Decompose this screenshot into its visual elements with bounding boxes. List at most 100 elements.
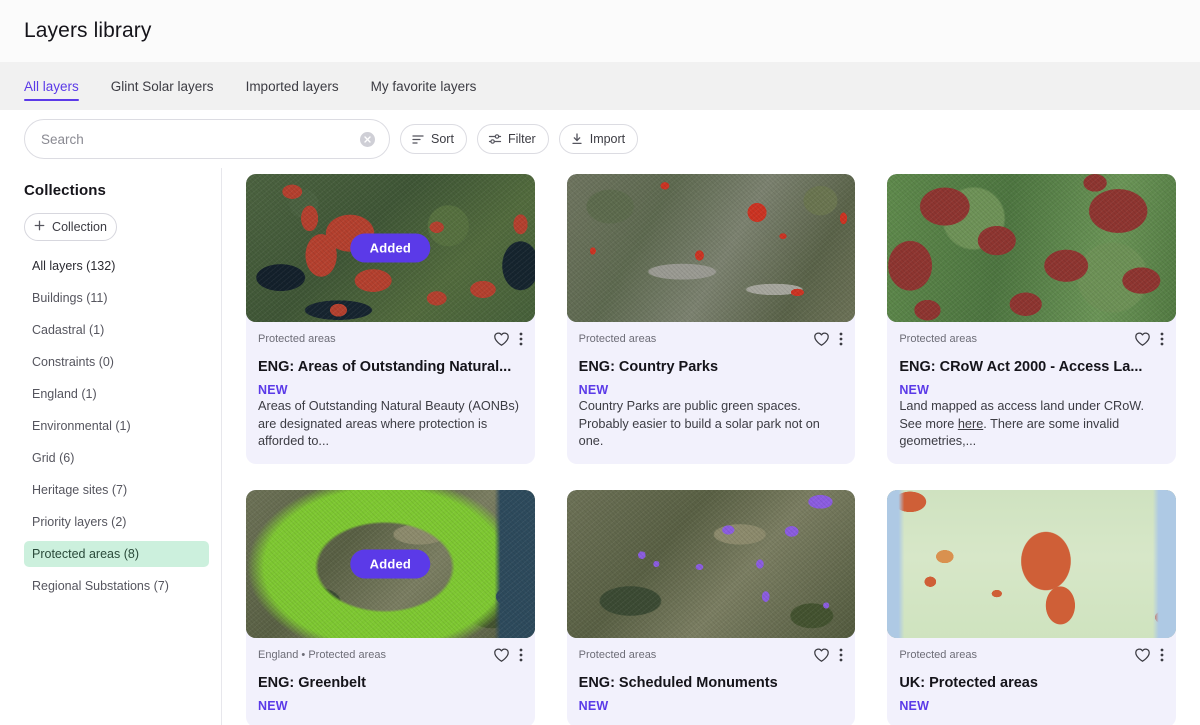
layer-card-body: Protected areas ENG: Areas of Outstandi [246,322,535,464]
search-box[interactable] [24,119,390,159]
layer-thumbnail[interactable] [567,174,856,322]
sidebar-item-protected-areas[interactable]: Protected areas (8) [24,541,209,567]
tab-my-favorite-layers[interactable]: My favorite layers [371,62,477,110]
more-vertical-icon[interactable] [1160,331,1164,352]
collections-sidebar: Collections Collection All layers (132) … [0,168,222,725]
card-meta-row: Protected areas [579,331,844,352]
more-vertical-icon[interactable] [839,331,843,352]
page-body: Collections Collection All layers (132) … [0,168,1200,725]
sort-button[interactable]: Sort [400,124,467,154]
collection-label: Regional Substations (7) [32,579,169,593]
collection-label: Cadastral (1) [32,323,104,337]
layer-description: Areas of Outstanding Natural Beauty (AON… [258,398,523,449]
import-button[interactable]: Import [559,124,638,154]
sort-label: Sort [431,132,454,146]
add-collection-button[interactable]: Collection [24,213,117,241]
layer-thumbnail[interactable] [887,490,1176,638]
thumbnail-texture [567,174,856,322]
heart-icon[interactable] [493,647,510,668]
layer-title: ENG: CRoW Act 2000 - Access La... [899,359,1164,376]
sidebar-item-constraints[interactable]: Constraints (0) [24,349,207,375]
new-badge: NEW [899,699,1164,713]
new-badge: NEW [258,699,523,713]
breadcrumb: Protected areas [258,331,493,345]
added-badge: Added [351,549,430,578]
search-input[interactable] [41,132,360,147]
heart-icon[interactable] [813,331,830,352]
layer-thumbnail[interactable]: Added [246,490,535,638]
layers-grid: Added Protected areas [246,174,1176,725]
card-actions [813,331,843,352]
heart-icon[interactable] [1134,331,1151,352]
sort-icon [411,132,425,146]
layer-card[interactable]: Protected areas ENG: Scheduled Monument [567,490,856,725]
added-badge: Added [351,234,430,263]
card-meta-row: Protected areas [899,331,1164,352]
layers-grid-container: Added Protected areas [222,168,1200,725]
tab-label: My favorite layers [371,79,477,94]
card-actions [493,647,523,668]
sidebar-item-environmental[interactable]: Environmental (1) [24,413,207,439]
collections-list: All layers (132) Buildings (11) Cadastra… [24,253,207,599]
import-label: Import [590,132,625,146]
layer-thumbnail[interactable] [567,490,856,638]
card-actions [1134,331,1164,352]
thumbnail-texture [567,490,856,638]
layer-card-body: Protected areas ENG: Scheduled Monument [567,638,856,725]
sidebar-item-priority-layers[interactable]: Priority layers (2) [24,509,207,535]
layer-title: UK: Protected areas [899,675,1164,692]
clear-circle-icon[interactable] [360,132,375,147]
heart-icon[interactable] [813,647,830,668]
sidebar-item-cadastral[interactable]: Cadastral (1) [24,317,207,343]
collection-label: Priority layers (2) [32,515,126,529]
collection-label: England (1) [32,387,97,401]
sidebar-item-england[interactable]: England (1) [24,381,207,407]
description-link[interactable]: here [958,417,983,431]
layer-thumbnail[interactable] [887,174,1176,322]
sidebar-item-grid[interactable]: Grid (6) [24,445,207,471]
breadcrumb: England • Protected areas [258,647,493,661]
sidebar-item-heritage-sites[interactable]: Heritage sites (7) [24,477,207,503]
card-meta-row: Protected areas [258,331,523,352]
layer-card-body: Protected areas UK: Protected areas [887,638,1176,725]
layer-card[interactable]: Protected areas UK: Protected areas [887,490,1176,725]
tab-imported-layers[interactable]: Imported layers [246,62,339,110]
layer-card[interactable]: Protected areas ENG: CRoW Act 2000 - Ac [887,174,1176,464]
sidebar-item-all-layers[interactable]: All layers (132) [24,253,207,279]
layer-card[interactable]: Added England • Protected areas [246,490,535,725]
card-actions [1134,647,1164,668]
more-vertical-icon[interactable] [1160,647,1164,668]
tab-label: Glint Solar layers [111,79,214,94]
breadcrumb: Protected areas [899,331,1134,345]
layer-title: ENG: Greenbelt [258,675,523,692]
layer-card[interactable]: Added Protected areas [246,174,535,464]
layer-card[interactable]: Protected areas ENG: Country Parks [567,174,856,464]
collection-label: Buildings (11) [32,291,108,305]
heart-icon[interactable] [1134,647,1151,668]
layer-title: ENG: Country Parks [579,359,844,376]
filter-button[interactable]: Filter [477,124,549,154]
card-meta-row: Protected areas [579,647,844,668]
sidebar-item-regional-substations[interactable]: Regional Substations (7) [24,573,207,599]
card-actions [493,331,523,352]
layer-thumbnail[interactable]: Added [246,174,535,322]
tab-glint-solar-layers[interactable]: Glint Solar layers [111,62,214,110]
heart-icon[interactable] [493,331,510,352]
card-meta-row: England • Protected areas [258,647,523,668]
more-vertical-icon[interactable] [519,647,523,668]
card-actions [813,647,843,668]
more-vertical-icon[interactable] [839,647,843,668]
layer-card-body: Protected areas ENG: CRoW Act 2000 - Ac [887,322,1176,464]
tab-label: Imported layers [246,79,339,94]
new-badge: NEW [899,383,1164,397]
tab-label: All layers [24,79,79,94]
breadcrumb: Protected areas [899,647,1134,661]
sidebar-item-buildings[interactable]: Buildings (11) [24,285,207,311]
layer-title: ENG: Scheduled Monuments [579,675,844,692]
thumbnail-water [887,490,1176,638]
tab-all-layers[interactable]: All layers [24,62,79,110]
more-vertical-icon[interactable] [519,331,523,352]
plus-icon [34,220,45,234]
card-meta-row: Protected areas [899,647,1164,668]
add-collection-label: Collection [52,220,107,234]
